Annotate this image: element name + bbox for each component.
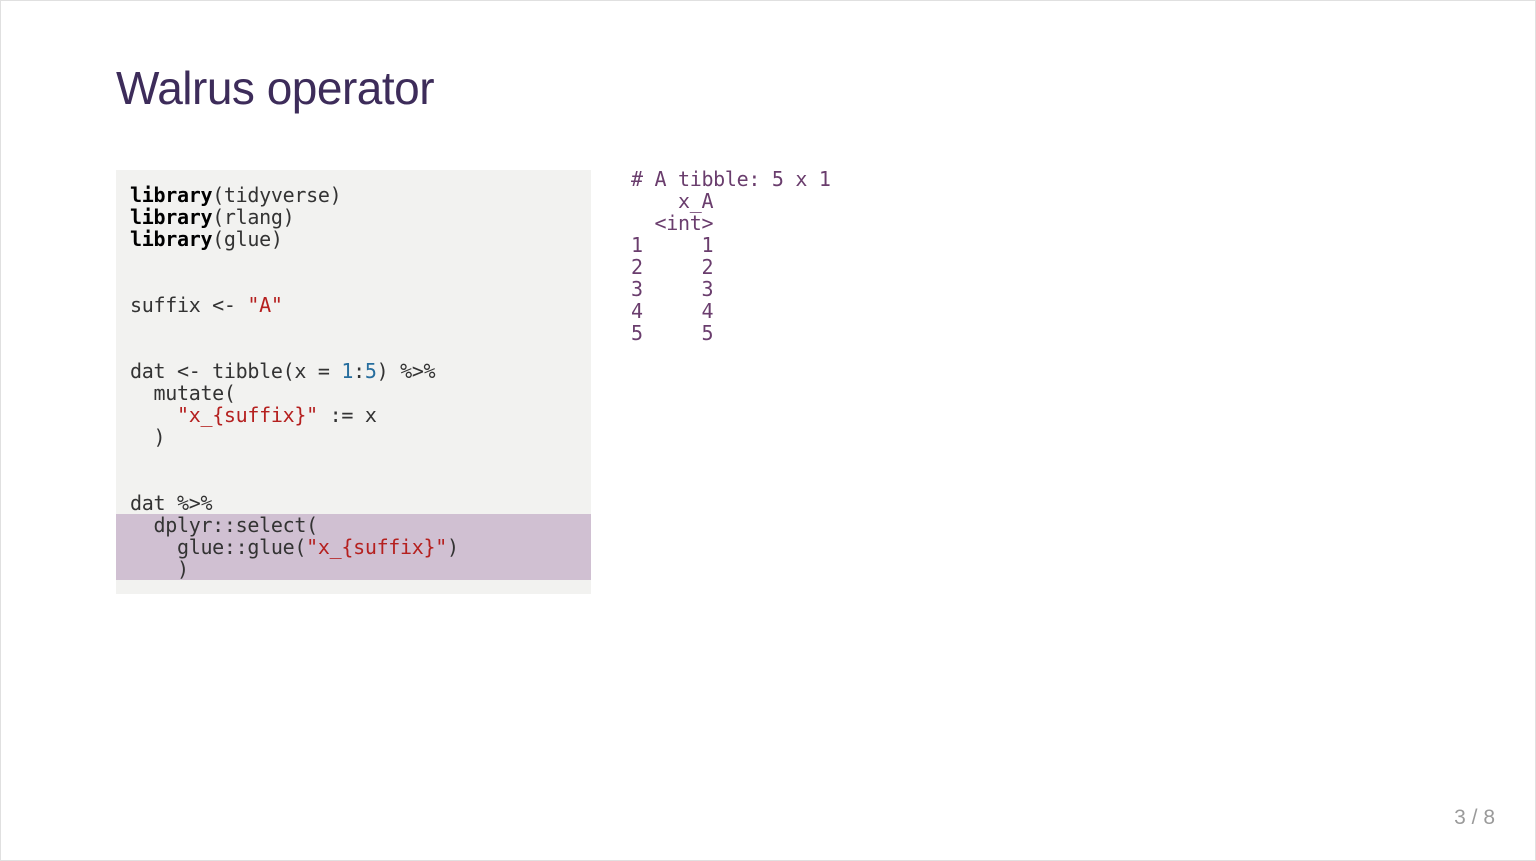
slide-title: Walrus operator [116,61,1420,115]
output-colname: x_A [631,189,713,213]
code-highlighted-region: dplyr::select( glue::glue("x_{suffix}") … [116,514,591,580]
r-output-block: # A tibble: 5 x 1 x_A <int> 1 1 2 2 3 3 … [631,168,1420,344]
code-close-paren2: ) [130,557,189,581]
page-sep: / [1466,806,1484,829]
content-columns: library(tidyverse) library(rlang) librar… [116,170,1420,594]
code-indent [130,403,177,427]
output-header: # A tibble: 5 x 1 [631,167,831,191]
code-keyword-library: library [130,205,212,229]
page-total: 8 [1483,806,1495,829]
output-type: <int> [631,211,713,235]
code-mutate-tail: := x [318,403,377,427]
page-number: 3 / 8 [1454,806,1495,830]
code-keyword-library: library [130,227,212,251]
code-column: library(tidyverse) library(rlang) librar… [116,170,591,594]
output-column: # A tibble: 5 x 1 x_A <int> 1 1 2 2 3 3 … [631,170,1420,594]
slide-container: Walrus operator library(tidyverse) libra… [1,1,1535,860]
code-arg-tidyverse: (tidyverse) [212,183,341,207]
code-colon: : [353,359,365,383]
code-arg-glue: (glue) [212,227,282,251]
page-current: 3 [1454,806,1466,829]
output-row: 3 3 [631,277,713,301]
code-num-one: 1 [341,359,353,383]
code-num-five: 5 [365,359,377,383]
code-dat-pipe: dat %>% [130,491,212,515]
code-dat-assign: dat <- tibble(x = [130,359,341,383]
code-keyword-library: library [130,183,212,207]
output-row: 1 1 [631,233,713,257]
code-dat-tail: ) %>% [377,359,436,383]
r-code-block: library(tidyverse) library(rlang) librar… [116,170,591,594]
code-string-xsuffix2: "x_{suffix}" [306,535,447,559]
code-arg-rlang: (rlang) [212,205,294,229]
code-glue-prefix: glue::glue( [130,535,306,559]
code-select-line: dplyr::select( [130,513,318,537]
output-row: 4 4 [631,299,713,323]
output-row: 2 2 [631,255,713,279]
code-string-a: "A" [247,293,282,317]
code-string-xsuffix: "x_{suffix}" [177,403,318,427]
code-suffix-assign: suffix <- [130,293,247,317]
code-mutate-open: mutate( [130,381,236,405]
code-close-paren: ) [130,425,165,449]
output-row: 5 5 [631,321,713,345]
code-glue-suffix: ) [447,535,459,559]
